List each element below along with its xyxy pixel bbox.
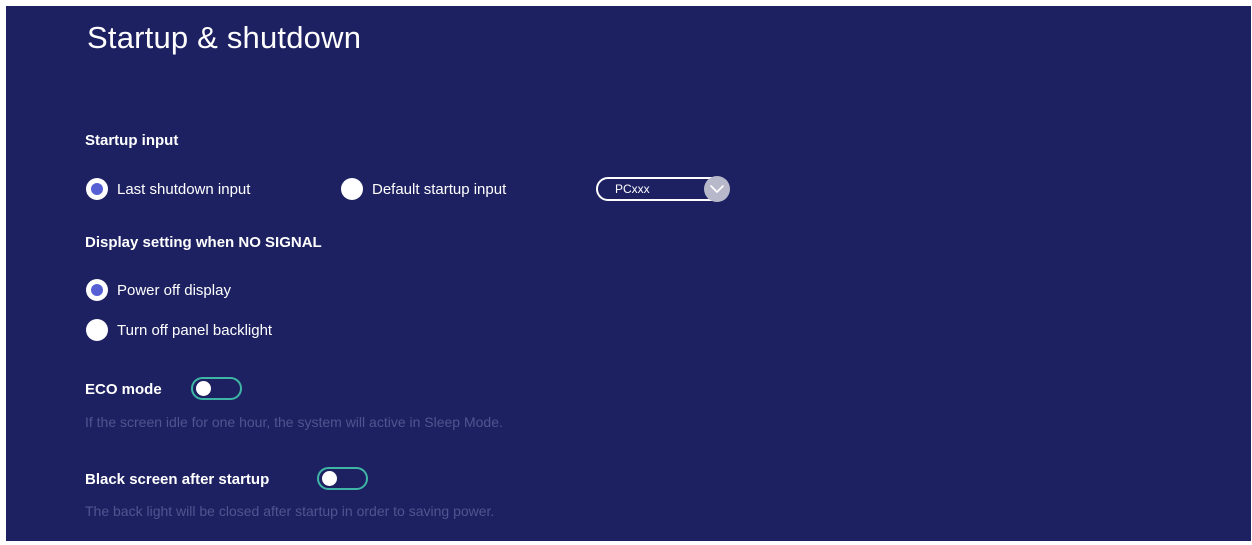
chevron-down-icon[interactable] [704,176,730,202]
black-screen-toggle[interactable] [317,467,368,490]
toggle-knob [322,471,337,486]
eco-mode-description: If the screen idle for one hour, the sys… [85,414,503,430]
radio-button-unselected[interactable] [86,319,108,341]
radio-turn-off-panel-backlight[interactable]: Turn off panel backlight [86,319,272,341]
radio-default-startup-input[interactable]: Default startup input [341,178,506,200]
radio-label-turn-off-panel-backlight: Turn off panel backlight [117,321,273,339]
black-screen-label: Black screen after startup [85,471,270,488]
page-title: Startup & shutdown [87,20,362,55]
radio-button-unselected[interactable] [341,178,363,200]
black-screen-description: The back light will be closed after star… [85,503,495,519]
radio-label-default-startup-input: Default startup input [372,180,507,198]
startup-source-value: PCxxx [615,182,650,196]
toggle-knob [196,381,211,396]
eco-mode-label: ECO mode [85,381,162,398]
eco-mode-toggle[interactable] [191,377,242,400]
radio-last-shutdown-input[interactable]: Last shutdown input [86,178,250,200]
radio-label-last-shutdown-input: Last shutdown input [117,180,251,198]
radio-button-selected[interactable] [86,279,108,301]
no-signal-label: Display setting when NO SIGNAL [85,234,322,251]
radio-button-selected[interactable] [86,178,108,200]
radio-power-off-display[interactable]: Power off display [86,279,231,301]
startup-source-select[interactable]: PCxxx [596,176,730,202]
startup-input-label: Startup input [85,132,179,149]
radio-label-power-off-display: Power off display [117,281,231,299]
settings-panel: Startup & shutdown Startup input Last sh… [6,6,1251,541]
